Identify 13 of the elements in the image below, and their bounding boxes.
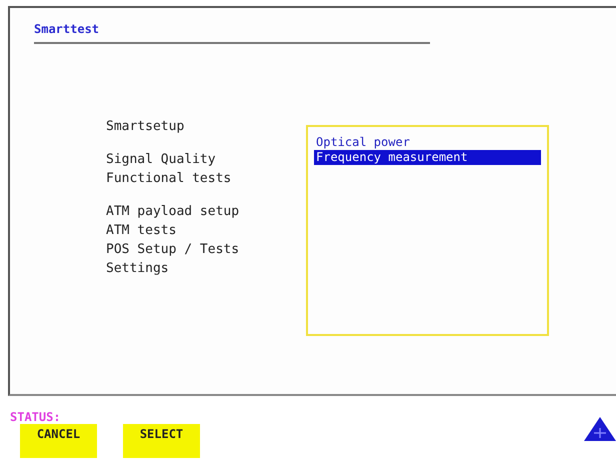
list-item[interactable]: Frequency measurement — [314, 150, 541, 165]
screen-title: Smarttest — [34, 22, 430, 44]
menu-item[interactable]: ATM tests — [106, 221, 276, 240]
softkey-button[interactable]: CANCEL — [20, 424, 97, 458]
menu-item[interactable]: Signal Quality — [106, 150, 276, 169]
softkey-button[interactable]: SELECT — [123, 424, 200, 458]
menu-item[interactable]: Smartsetup — [106, 117, 276, 136]
menu-item[interactable]: Settings — [106, 259, 276, 278]
menu-item[interactable]: ATM payload setup — [106, 202, 276, 221]
list-item[interactable]: Optical power — [314, 135, 541, 150]
menu-item[interactable]: Functional tests — [106, 169, 276, 188]
menu-item[interactable]: POS Setup / Tests — [106, 240, 276, 259]
status-label: STATUS: — [10, 410, 62, 424]
